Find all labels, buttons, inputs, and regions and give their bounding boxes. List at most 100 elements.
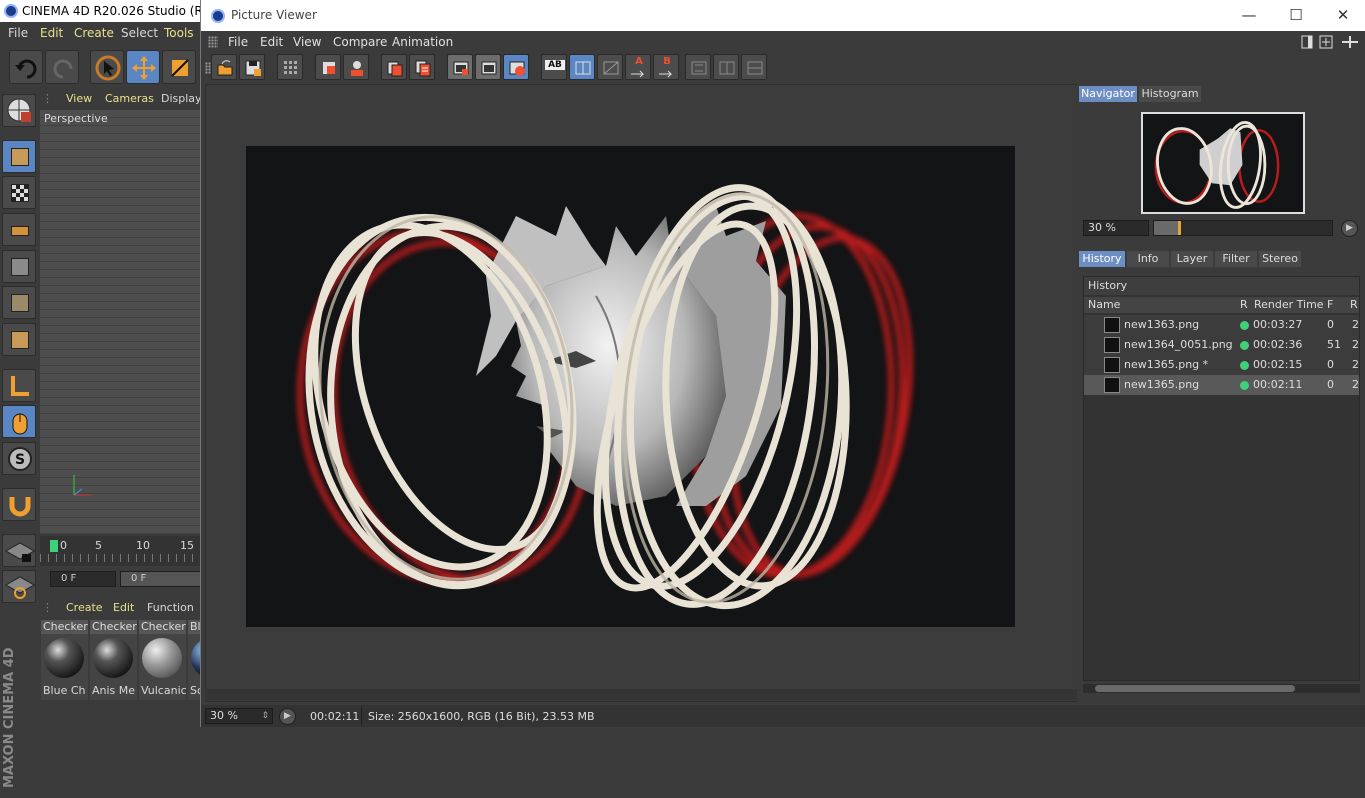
render-region-button[interactable] bbox=[315, 54, 341, 80]
save-image-button[interactable] bbox=[239, 54, 265, 80]
mouse-icon bbox=[12, 413, 28, 435]
c4d-window-title: CINEMA 4D R20.026 Studio (RC - R bbox=[22, 4, 210, 18]
c4d-viewport[interactable]: Perspective bbox=[40, 110, 210, 534]
minimize-button[interactable]: — bbox=[1238, 6, 1260, 24]
live-selection-button[interactable] bbox=[90, 50, 124, 84]
compare-split-button[interactable] bbox=[569, 54, 595, 80]
workplane-button[interactable] bbox=[2, 213, 36, 246]
history-horizontal-scrollbar[interactable] bbox=[1083, 684, 1360, 693]
status-time: 00:02:11 bbox=[310, 710, 360, 723]
material-menu-function[interactable]: Function bbox=[147, 601, 194, 614]
c4d-menu-select[interactable]: Select bbox=[121, 26, 158, 40]
show-fullscreen-button[interactable] bbox=[475, 54, 501, 80]
workplane-snap-button[interactable] bbox=[2, 570, 36, 603]
tab-histogram[interactable]: Histogram bbox=[1139, 86, 1201, 102]
c4d-viewport-menu-display[interactable]: Display bbox=[161, 92, 202, 105]
anim-prev-button[interactable] bbox=[713, 54, 739, 80]
history-row[interactable]: new1363.png 00:03:27 0 2 bbox=[1084, 315, 1359, 335]
history-row[interactable]: new1364_0051.png 00:02:36 51 2 bbox=[1084, 335, 1359, 355]
image-window-icon bbox=[453, 61, 469, 75]
history-scroll-thumb[interactable] bbox=[1095, 685, 1295, 692]
status-play-button[interactable]: ▶ bbox=[279, 708, 296, 725]
history-row[interactable]: new1365.png * 00:02:15 0 2 bbox=[1084, 355, 1359, 375]
paste-stack-icon bbox=[415, 60, 431, 77]
column-render-time[interactable]: Render Time bbox=[1254, 297, 1324, 313]
undo-button[interactable] bbox=[9, 50, 43, 84]
show-image-button[interactable] bbox=[447, 54, 473, 80]
magnet-icon bbox=[9, 497, 31, 517]
tab-stereo[interactable]: Stereo bbox=[1259, 251, 1301, 267]
compare-swap-button[interactable] bbox=[597, 54, 623, 80]
start-frame-field[interactable]: 0 F bbox=[120, 571, 210, 587]
c4d-menu-edit[interactable]: Edit bbox=[40, 26, 63, 40]
pv-menu-file[interactable]: File bbox=[228, 35, 248, 49]
material-swatch[interactable]: Checker Anis Me bbox=[90, 620, 137, 700]
tab-layer[interactable]: Layer bbox=[1171, 251, 1213, 267]
redo-button[interactable] bbox=[45, 50, 79, 84]
move-tool-button[interactable] bbox=[126, 50, 160, 84]
material-menu-create[interactable]: Create bbox=[66, 601, 103, 614]
c4d-timeline[interactable]: 0 5 10 15 bbox=[40, 536, 210, 566]
texture-mode-button[interactable] bbox=[2, 176, 36, 209]
pv-menu-compare[interactable]: Compare bbox=[333, 35, 387, 49]
open-image-button[interactable] bbox=[211, 54, 237, 80]
c4d-material-menu: ⋮ Create Edit Function bbox=[40, 598, 210, 618]
show-channels-button[interactable] bbox=[503, 54, 529, 80]
tab-navigator[interactable]: Navigator bbox=[1079, 86, 1137, 102]
points-mode-button[interactable] bbox=[2, 250, 36, 283]
maximize-button[interactable]: ☐ bbox=[1285, 6, 1307, 24]
model-mode-button[interactable] bbox=[2, 140, 36, 173]
set-b-button[interactable]: B bbox=[653, 54, 679, 80]
grid-view-button[interactable] bbox=[277, 54, 303, 80]
material-preview-sphere bbox=[142, 638, 182, 678]
column-r[interactable]: R bbox=[1240, 297, 1248, 313]
pv-menu-animation[interactable]: Animation bbox=[392, 35, 453, 49]
c4d-menu-create[interactable]: Create bbox=[74, 26, 114, 40]
tweak-mode-button[interactable] bbox=[2, 405, 36, 438]
material-menu-edit[interactable]: Edit bbox=[113, 601, 134, 614]
zoom-field[interactable]: 30 % bbox=[205, 708, 273, 724]
timeline-playhead[interactable] bbox=[50, 540, 58, 552]
anim-next-button[interactable] bbox=[741, 54, 767, 80]
tab-info[interactable]: Info bbox=[1127, 251, 1169, 267]
render-region-icon bbox=[323, 62, 335, 74]
navigator-play-button[interactable]: ▶ bbox=[1341, 220, 1358, 237]
column-name[interactable]: Name bbox=[1088, 297, 1120, 313]
navigator-thumbnail[interactable] bbox=[1141, 112, 1305, 214]
set-a-button[interactable]: A bbox=[625, 54, 651, 80]
render-user-button[interactable] bbox=[343, 54, 369, 80]
column-f[interactable]: F bbox=[1327, 297, 1333, 313]
edges-mode-button[interactable] bbox=[2, 286, 36, 319]
polygons-mode-button[interactable] bbox=[2, 323, 36, 356]
lock-workplane-button[interactable] bbox=[2, 534, 36, 567]
compare-ab-button[interactable]: AB bbox=[541, 54, 567, 80]
tab-history[interactable]: History bbox=[1079, 251, 1125, 267]
scale-tool-button[interactable] bbox=[162, 50, 196, 84]
close-button[interactable]: ✕ bbox=[1332, 6, 1354, 24]
grid-snap-icon bbox=[4, 576, 36, 599]
pv-menu-edit[interactable]: Edit bbox=[260, 35, 283, 49]
navigator-zoom-slider[interactable] bbox=[1153, 220, 1333, 236]
navigator-zoom-field[interactable]: 30 % bbox=[1083, 220, 1149, 236]
material-swatch[interactable]: Bl Sc bbox=[188, 620, 200, 700]
column-r2[interactable]: R bbox=[1350, 297, 1358, 313]
material-swatch[interactable]: Checker Blue Ch bbox=[41, 620, 88, 700]
c4d-menu-file[interactable]: File bbox=[8, 26, 28, 40]
points-cube-icon bbox=[11, 258, 29, 276]
paste-image-button[interactable] bbox=[409, 54, 435, 80]
history-row[interactable]: new1365.png 00:02:11 0 2 bbox=[1084, 375, 1359, 395]
pv-menu-view[interactable]: View bbox=[293, 35, 321, 49]
c4d-viewport-menu-view[interactable]: View bbox=[66, 92, 92, 105]
c4d-viewport-menu-cameras[interactable]: Cameras bbox=[105, 92, 154, 105]
c4d-menu-tools[interactable]: Tools bbox=[164, 26, 194, 40]
axis-mode-button[interactable] bbox=[2, 369, 36, 402]
tab-filter[interactable]: Filter bbox=[1215, 251, 1257, 267]
anim-first-button[interactable] bbox=[685, 54, 711, 80]
globe-mode-button[interactable] bbox=[2, 94, 36, 127]
copy-image-button[interactable] bbox=[381, 54, 407, 80]
material-swatch[interactable]: Checker Vulcanic bbox=[139, 620, 186, 700]
current-frame-field[interactable]: 0 F bbox=[50, 571, 116, 587]
snap-button[interactable]: S bbox=[2, 442, 36, 475]
magnet-button[interactable] bbox=[2, 488, 36, 521]
history-frame: 51 bbox=[1327, 338, 1341, 351]
